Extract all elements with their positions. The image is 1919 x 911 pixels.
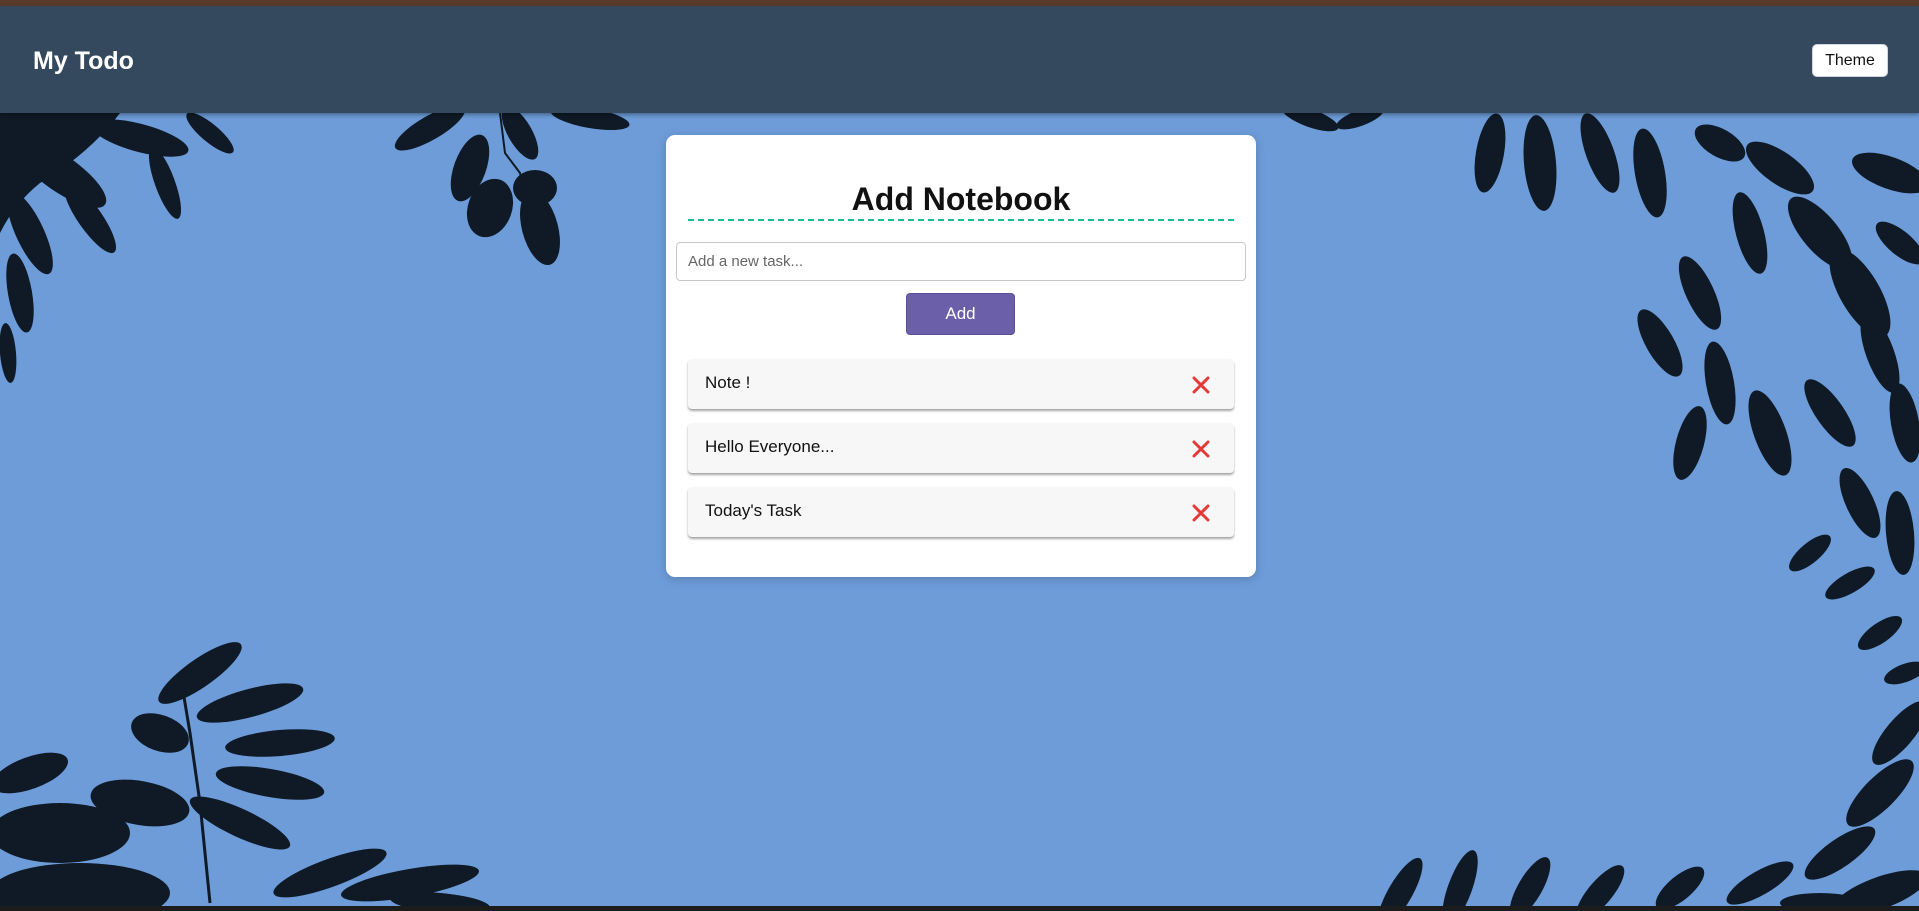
task-item: Hello Everyone... xyxy=(688,423,1234,473)
close-icon[interactable] xyxy=(1190,502,1212,524)
todo-card: Add Notebook Add Note ! Hello Everyone..… xyxy=(666,135,1256,577)
task-list: Note ! Hello Everyone... Today's Task xyxy=(688,359,1234,551)
task-item: Today's Task xyxy=(688,487,1234,537)
task-text: Today's Task xyxy=(705,501,802,520)
add-task-button[interactable]: Add xyxy=(906,293,1015,335)
new-task-input[interactable] xyxy=(676,242,1246,281)
task-text: Note ! xyxy=(705,373,751,392)
task-text: Hello Everyone... xyxy=(705,437,835,456)
navbar: My Todo Theme xyxy=(0,6,1919,113)
close-icon[interactable] xyxy=(1190,374,1212,396)
window-bottom-border xyxy=(0,906,1919,911)
close-icon[interactable] xyxy=(1190,438,1212,460)
card-title: Add Notebook xyxy=(851,181,1071,217)
brand-title: My Todo xyxy=(33,47,134,75)
title-divider xyxy=(688,219,1234,221)
task-item: Note ! xyxy=(688,359,1234,409)
theme-button[interactable]: Theme xyxy=(1812,44,1888,77)
